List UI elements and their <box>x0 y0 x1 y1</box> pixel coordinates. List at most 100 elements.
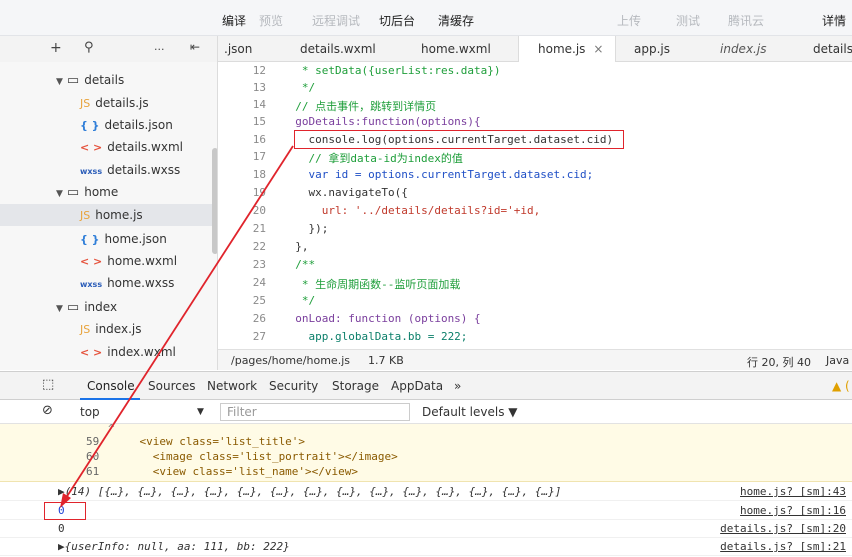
more-icon[interactable]: ··· <box>154 43 165 56</box>
code-line: */ <box>282 294 316 307</box>
file-size: 1.7 KB <box>368 354 404 367</box>
line-number: 27 <box>252 330 266 343</box>
log-text: 0 <box>58 522 65 535</box>
file-home-js[interactable]: JS home.js <box>0 204 212 226</box>
line-number: 15 <box>252 115 266 128</box>
folder-details[interactable]: ▼ ▭ details <box>0 69 212 91</box>
code-line: var id = options.currentTarget.dataset.c… <box>282 168 594 181</box>
compile-button[interactable]: 编译 <box>222 12 246 29</box>
levels-select[interactable]: Default levels ▼ <box>422 405 518 419</box>
sidebar-tools: + ⚲ ··· ⇤ <box>0 36 218 62</box>
folder-home[interactable]: ▼ ▭ home <box>0 181 212 203</box>
tab-console[interactable]: Console <box>87 379 135 393</box>
wxss-file-icon: wxss <box>80 280 103 289</box>
file-index-js[interactable]: JS index.js <box>0 318 212 340</box>
json-file-icon: { } <box>80 119 100 132</box>
line-number: 14 <box>252 98 266 111</box>
tab-network[interactable]: Network <box>207 379 257 393</box>
remote-debug-button[interactable]: 远程调试 <box>312 12 360 29</box>
test-button[interactable]: 测试 <box>676 12 700 29</box>
console-row[interactable]: ▶(14) [{…}, {…}, {…}, {…}, {…}, {…}, {…}… <box>0 483 852 501</box>
tab-home-js[interactable]: home.js × <box>518 36 616 62</box>
tab-index-js[interactable]: index.js <box>720 36 766 62</box>
folder-index[interactable]: ▼ ▭ index <box>0 296 212 318</box>
code-editor[interactable]: 12 13 14 15 16 17 18 19 20 21 22 23 24 2… <box>218 62 852 349</box>
tab-storage[interactable]: Storage <box>332 379 379 393</box>
tree-label: home <box>84 185 119 199</box>
file-details-json[interactable]: { } details.json <box>0 114 212 136</box>
tab-security[interactable]: Security <box>269 379 318 393</box>
clear-cache-button[interactable]: 清缓存 <box>438 12 474 29</box>
more-tabs-icon[interactable]: » <box>454 379 461 393</box>
line-number: 61 <box>86 465 100 478</box>
log-text[interactable]: ▶(14) [{…}, {…}, {…}, {…}, {…}, {…}, {…}… <box>58 485 561 498</box>
line-number: 26 <box>252 312 266 325</box>
tree-label: details.wxss <box>107 163 181 177</box>
js-file-icon: JS <box>80 97 91 110</box>
line-number: 17 <box>252 150 266 163</box>
code-frame-line: <view class='list_name'></view> <box>113 465 359 478</box>
language-mode[interactable]: Java <box>826 354 849 367</box>
file-details-js[interactable]: JS details.js <box>0 92 212 114</box>
source-link[interactable]: home.js? [sm]:16 <box>740 504 846 517</box>
cursor-position[interactable]: 行 20, 列 40 <box>747 354 811 370</box>
log-text[interactable]: ▶{userInfo: null, aa: 111, bb: 222} <box>58 540 290 553</box>
code-line: wx.navigateTo({ <box>282 186 408 199</box>
console-row[interactable]: 0 details.js? [sm]:20 <box>0 520 852 538</box>
file-home-wxml[interactable]: < > home.wxml <box>0 250 212 272</box>
code-line: }); <box>282 222 329 235</box>
source-link[interactable]: home.js? [sm]:43 <box>740 485 846 498</box>
code-frame: ^ 59 <view class='list_title'> 60 <image… <box>0 424 852 482</box>
line-number: 18 <box>252 168 266 181</box>
console-row[interactable]: ▶{userInfo: null, aa: 111, bb: 222} deta… <box>0 538 852 556</box>
preview-button[interactable]: 预览 <box>259 12 283 29</box>
tab-home-wxml[interactable]: home.wxml <box>421 36 491 62</box>
console-filter-bar: ⊘ top ▼ Filter Default levels ▼ <box>0 400 852 424</box>
tree-label: index.js <box>95 322 142 336</box>
line-number: 21 <box>252 222 266 235</box>
source-link[interactable]: details.js? [sm]:21 <box>720 540 846 553</box>
file-home-wxss[interactable]: wxss home.wxss <box>0 272 212 294</box>
background-button[interactable]: 切后台 <box>379 12 415 29</box>
code-line: * 生命周期函数--监听页面加载 <box>282 278 461 291</box>
warning-badge[interactable]: ▲ ( <box>832 379 850 393</box>
source-link[interactable]: details.js? [sm]:20 <box>720 522 846 535</box>
top-toolbar: 编译 预览 远程调试 切后台 清缓存 上传 测试 腾讯云 详情 <box>0 0 852 36</box>
line-number: 22 <box>252 240 266 253</box>
file-index-wxml[interactable]: < > index.wxml <box>0 341 212 363</box>
folder-icon: ▭ <box>66 185 80 200</box>
console-row[interactable]: 0 home.js? [sm]:16 <box>0 502 852 520</box>
inspect-icon[interactable]: ⬚ <box>42 377 54 392</box>
tab-app-js[interactable]: app.js <box>634 36 670 62</box>
tab-appdata[interactable]: AppData <box>391 379 443 393</box>
tab-details[interactable]: details <box>813 36 852 62</box>
file-details-wxml[interactable]: < > details.wxml <box>0 136 212 158</box>
wxml-file-icon: < > <box>80 346 103 359</box>
upload-button[interactable]: 上传 <box>617 12 641 29</box>
tab-sources[interactable]: Sources <box>148 379 195 393</box>
line-number: 23 <box>252 258 266 271</box>
highlight-box <box>294 130 624 149</box>
line-number: 19 <box>252 186 266 199</box>
tree-label: details <box>84 73 125 87</box>
tab-details-wxml[interactable]: details.wxml <box>300 36 376 62</box>
filter-input[interactable]: Filter <box>220 403 410 421</box>
close-icon[interactable]: × <box>593 42 603 56</box>
wxml-file-icon: < > <box>80 141 103 154</box>
tree-label: details.wxml <box>107 140 183 154</box>
tree-label: home.json <box>104 232 167 246</box>
tab-label: home.js <box>538 42 586 56</box>
js-file-icon: JS <box>80 209 91 222</box>
details-button[interactable]: 详情 <box>822 12 846 29</box>
tencent-cloud-button[interactable]: 腾讯云 <box>728 12 764 29</box>
clear-console-icon[interactable]: ⊘ <box>42 403 53 418</box>
context-select[interactable]: top <box>80 405 100 419</box>
tree-label: details.json <box>104 118 173 132</box>
tab-json[interactable]: .json <box>224 36 252 62</box>
search-icon[interactable]: ⚲ <box>84 40 94 55</box>
file-details-wxss[interactable]: wxss details.wxss <box>0 159 212 181</box>
collapse-icon[interactable]: ⇤ <box>190 40 200 54</box>
add-file-icon[interactable]: + <box>50 40 62 56</box>
tree-label: index <box>84 300 118 314</box>
file-home-json[interactable]: { } home.json <box>0 228 212 250</box>
